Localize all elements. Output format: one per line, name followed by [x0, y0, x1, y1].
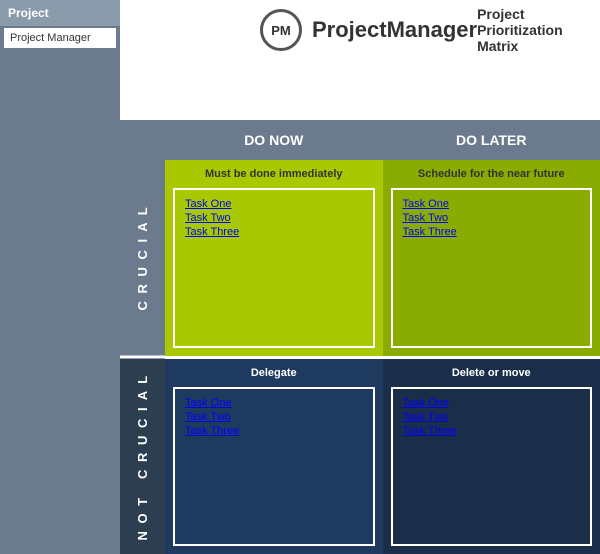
task-link[interactable]: Task Two: [403, 411, 581, 423]
matrix-title: Project Prioritization Matrix: [477, 6, 580, 54]
cell-subtitle-do-now-crucial: Must be done immediately: [173, 168, 375, 180]
task-link[interactable]: Task One: [185, 198, 363, 210]
row-labels: C R U C I A L N O T C R U C I A L: [120, 120, 165, 554]
col-header-do-later: DO LATER: [383, 120, 600, 160]
col-header-do-now: DO NOW: [165, 120, 383, 160]
task-link[interactable]: Task Two: [403, 212, 581, 224]
logo-area: PM ProjectManager: [260, 9, 477, 51]
cell-delete-or-move: Delete or move Task One Task Two Task Th…: [383, 359, 600, 554]
cell-subtitle-delete: Delete or move: [391, 367, 593, 379]
main-content: PM ProjectManager Project Prioritization…: [120, 0, 600, 554]
header: PM ProjectManager Project Prioritization…: [120, 0, 600, 60]
matrix-row-crucial: Must be done immediately Task One Task T…: [165, 160, 600, 356]
task-link[interactable]: Task One: [403, 198, 581, 210]
sidebar-project-manager[interactable]: Project Manager: [4, 28, 116, 48]
task-link[interactable]: Task Three: [185, 226, 363, 238]
task-box-do-now-crucial: Task One Task Two Task Three: [173, 188, 375, 348]
task-box-delegate: Task One Task Two Task Three: [173, 387, 375, 547]
row-label-not-crucial: N O T C R U C I A L: [120, 359, 165, 554]
sidebar: Project Project Manager: [0, 0, 120, 554]
matrix-rows: Must be done immediately Task One Task T…: [165, 160, 600, 554]
task-link[interactable]: Task Three: [403, 425, 581, 437]
task-box-do-later-crucial: Task One Task Two Task Three: [391, 188, 593, 348]
task-link[interactable]: Task One: [403, 397, 581, 409]
col-headers: DO NOW DO LATER: [165, 120, 600, 160]
task-link[interactable]: Task Three: [403, 226, 581, 238]
matrix-grid: DO NOW DO LATER Must be done immediately…: [165, 120, 600, 554]
matrix-container: C R U C I A L N O T C R U C I A L DO NOW…: [120, 120, 600, 554]
row-label-crucial: C R U C I A L: [120, 160, 165, 356]
cell-delegate: Delegate Task One Task Two Task Three: [165, 359, 383, 554]
row-label-spacer: [120, 120, 165, 160]
task-link[interactable]: Task One: [185, 397, 363, 409]
cell-do-now-crucial: Must be done immediately Task One Task T…: [165, 160, 383, 356]
app-name: ProjectManager: [312, 17, 477, 43]
task-box-delete: Task One Task Two Task Three: [391, 387, 593, 547]
cell-subtitle-do-later-crucial: Schedule for the near future: [391, 168, 593, 180]
cell-do-later-crucial: Schedule for the near future Task One Ta…: [383, 160, 600, 356]
task-link[interactable]: Task Two: [185, 212, 363, 224]
cell-subtitle-delegate: Delegate: [173, 367, 375, 379]
task-link[interactable]: Task Three: [185, 425, 363, 437]
sidebar-project-label: Project: [0, 0, 120, 26]
task-link[interactable]: Task Two: [185, 411, 363, 423]
logo-icon: PM: [260, 9, 302, 51]
matrix-row-not-crucial: Delegate Task One Task Two Task Three De…: [165, 359, 600, 554]
